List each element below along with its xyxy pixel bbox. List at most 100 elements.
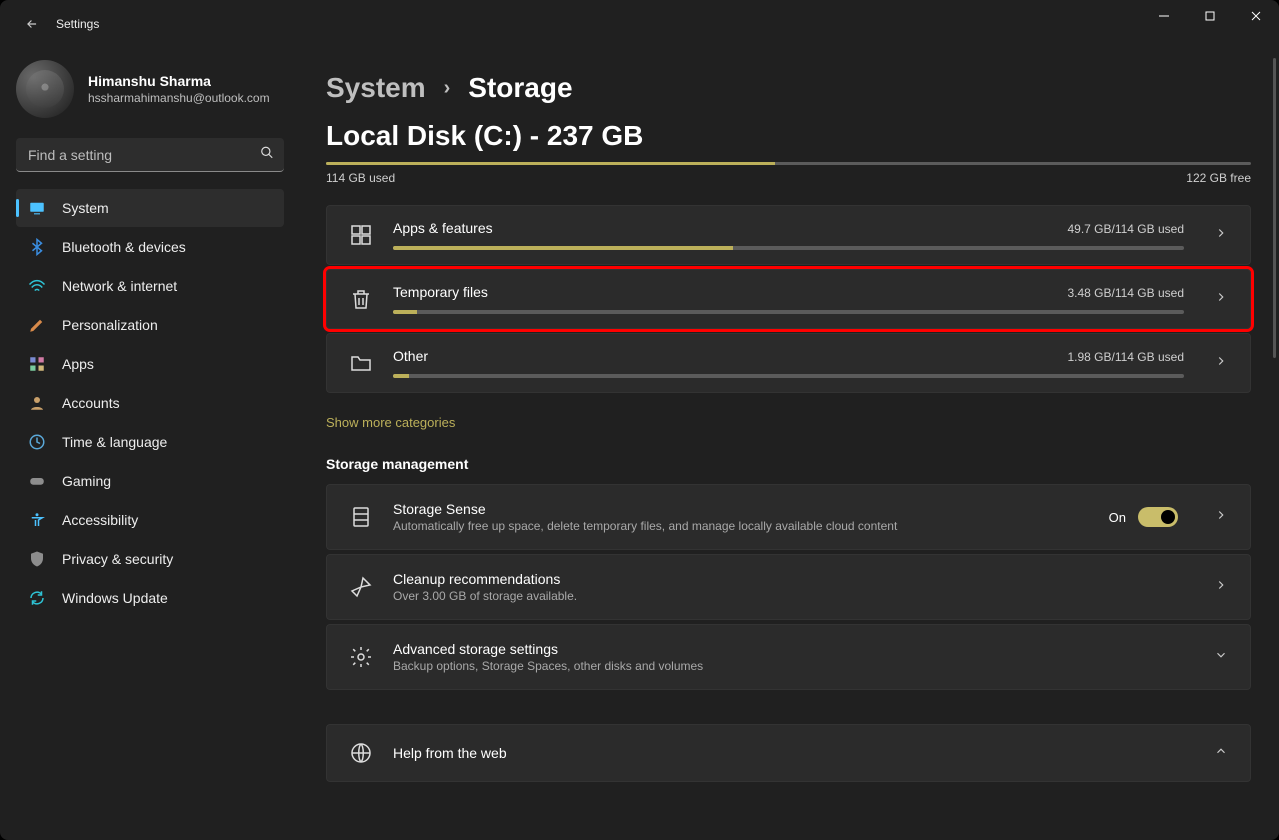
- globe-icon: [349, 741, 373, 765]
- chevron-right-icon: [1214, 508, 1232, 527]
- storage-sense-toggle[interactable]: [1138, 507, 1178, 527]
- nav-item-bluetooth[interactable]: Bluetooth & devices: [16, 228, 284, 266]
- apps-features-icon: [349, 223, 373, 247]
- nav-item-privacy[interactable]: Privacy & security: [16, 540, 284, 578]
- chevron-down-icon: [1214, 648, 1232, 667]
- disk-usage-bar: [326, 162, 1251, 165]
- advanced-storage-settings-card[interactable]: Advanced storage settings Backup options…: [326, 624, 1251, 690]
- nav-item-system[interactable]: System: [16, 189, 284, 227]
- nav-label: Bluetooth & devices: [62, 239, 186, 255]
- scrollbar[interactable]: [1273, 58, 1276, 358]
- gear-icon: [349, 645, 373, 669]
- trash-icon: [349, 287, 373, 311]
- chevron-right-icon: [1214, 290, 1232, 309]
- time-language-icon: [28, 433, 46, 451]
- category-usage: 1.98 GB/114 GB used: [1067, 350, 1184, 364]
- maximize-button[interactable]: [1187, 0, 1233, 32]
- category-bar: [393, 310, 1184, 314]
- nav-item-accessibility[interactable]: Accessibility: [16, 501, 284, 539]
- category-title: Apps & features: [393, 220, 493, 236]
- nav-label: Apps: [62, 356, 94, 372]
- privacy-icon: [28, 550, 46, 568]
- accessibility-icon: [28, 511, 46, 529]
- nav-label: Accounts: [62, 395, 120, 411]
- chevron-up-icon: [1214, 744, 1232, 763]
- nav-item-apps[interactable]: Apps: [16, 345, 284, 383]
- profile-email: hssharmahimanshu@outlook.com: [88, 91, 270, 105]
- bluetooth-icon: [28, 238, 46, 256]
- category-bar: [393, 246, 1184, 250]
- toggle-label: On: [1109, 510, 1126, 525]
- breadcrumb: System › Storage: [326, 72, 1249, 104]
- network-icon: [28, 277, 46, 295]
- nav-label: System: [62, 200, 109, 216]
- nav-item-windows-update[interactable]: Windows Update: [16, 579, 284, 617]
- apps-icon: [28, 355, 46, 373]
- nav-label: Network & internet: [62, 278, 177, 294]
- category-bar: [393, 374, 1184, 378]
- profile-name: Himanshu Sharma: [88, 73, 270, 89]
- show-more-categories[interactable]: Show more categories: [326, 415, 455, 430]
- chevron-right-icon: [1214, 354, 1232, 373]
- avatar: [16, 60, 74, 118]
- nav-label: Time & language: [62, 434, 167, 450]
- nav-item-personalization[interactable]: Personalization: [16, 306, 284, 344]
- broom-icon: [349, 575, 373, 599]
- mgmt-title: Storage Sense: [393, 501, 1089, 517]
- disk-free-label: 122 GB free: [1186, 171, 1251, 185]
- storage-management-title: Storage management: [326, 456, 1249, 472]
- system-icon: [28, 199, 46, 217]
- accounts-icon: [28, 394, 46, 412]
- folder-icon: [349, 351, 373, 375]
- minimize-button[interactable]: [1141, 0, 1187, 32]
- cleanup-recommendations-card[interactable]: Cleanup recommendations Over 3.00 GB of …: [326, 554, 1251, 620]
- content: System › Storage Local Disk (C:) - 237 G…: [300, 48, 1279, 840]
- mgmt-title: Cleanup recommendations: [393, 571, 1184, 587]
- close-button[interactable]: [1233, 0, 1279, 32]
- mgmt-desc: Backup options, Storage Spaces, other di…: [393, 659, 1184, 673]
- window-controls: [1141, 0, 1279, 40]
- mgmt-title: Help from the web: [393, 745, 1184, 761]
- disk-used-label: 114 GB used: [326, 171, 395, 185]
- windows-update-icon: [28, 589, 46, 607]
- breadcrumb-current: Storage: [468, 72, 572, 104]
- nav-item-accounts[interactable]: Accounts: [16, 384, 284, 422]
- back-button[interactable]: [16, 8, 48, 40]
- mgmt-title: Advanced storage settings: [393, 641, 1184, 657]
- storage-sense-card[interactable]: Storage Sense Automatically free up spac…: [326, 484, 1251, 550]
- storage-sense-icon: [349, 505, 373, 529]
- category-title: Temporary files: [393, 284, 488, 300]
- nav-label: Gaming: [62, 473, 111, 489]
- mgmt-desc: Automatically free up space, delete temp…: [393, 519, 1089, 533]
- category-usage: 49.7 GB/114 GB used: [1067, 222, 1184, 236]
- nav-label: Windows Update: [62, 590, 168, 606]
- nav-item-gaming[interactable]: Gaming: [16, 462, 284, 500]
- nav-label: Accessibility: [62, 512, 138, 528]
- chevron-right-icon: ›: [444, 77, 451, 100]
- nav: System Bluetooth & devices Network & int…: [8, 188, 292, 618]
- breadcrumb-parent[interactable]: System: [326, 72, 426, 104]
- nav-item-network[interactable]: Network & internet: [16, 267, 284, 305]
- search-input[interactable]: [16, 138, 284, 172]
- category-title: Other: [393, 348, 428, 364]
- app-title: Settings: [56, 17, 99, 31]
- titlebar: Settings: [0, 0, 1279, 48]
- disk-title: Local Disk (C:) - 237 GB: [326, 120, 1249, 152]
- category-other[interactable]: Other 1.98 GB/114 GB used: [326, 333, 1251, 393]
- gaming-icon: [28, 472, 46, 490]
- category-usage: 3.48 GB/114 GB used: [1067, 286, 1184, 300]
- sidebar: Himanshu Sharma hssharmahimanshu@outlook…: [0, 48, 300, 840]
- category-temporary-files[interactable]: Temporary files 3.48 GB/114 GB used: [326, 269, 1251, 329]
- chevron-right-icon: [1214, 578, 1232, 597]
- nav-label: Personalization: [62, 317, 158, 333]
- personalization-icon: [28, 316, 46, 334]
- nav-label: Privacy & security: [62, 551, 173, 567]
- profile[interactable]: Himanshu Sharma hssharmahimanshu@outlook…: [8, 56, 292, 134]
- settings-window: Settings Himanshu Sharma hssharmahimansh…: [0, 0, 1279, 840]
- category-apps-features[interactable]: Apps & features 49.7 GB/114 GB used: [326, 205, 1251, 265]
- nav-item-time-language[interactable]: Time & language: [16, 423, 284, 461]
- chevron-right-icon: [1214, 226, 1232, 245]
- help-from-web-card[interactable]: Help from the web: [326, 724, 1251, 782]
- search-icon: [260, 146, 274, 165]
- mgmt-desc: Over 3.00 GB of storage available.: [393, 589, 1184, 603]
